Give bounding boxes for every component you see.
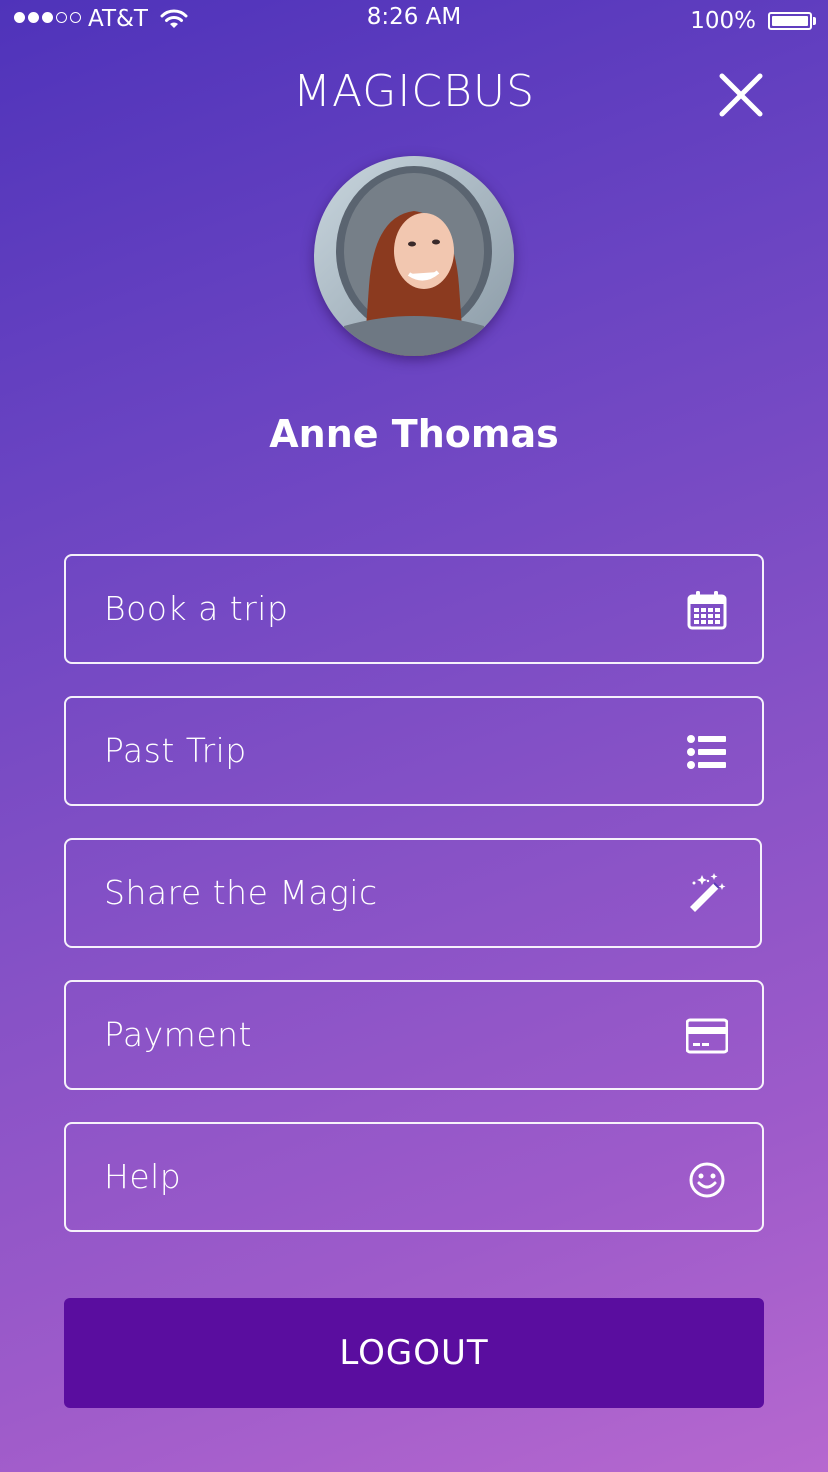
menu-item-label: Payment: [104, 1015, 252, 1054]
smiley-icon: [689, 1162, 725, 1198]
status-bar: AT&T 8:26 AM 100%: [0, 0, 828, 40]
list-icon: [687, 735, 726, 769]
battery-percentage: 100%: [690, 8, 756, 34]
app-title: MAGICBUS: [292, 66, 536, 117]
menu-item-past-trip[interactable]: Past Trip: [64, 696, 764, 806]
menu-item-share-the-magic[interactable]: Share the Magic: [64, 838, 762, 948]
logout-button[interactable]: LOGOUT: [64, 1298, 764, 1408]
menu-item-label: Share the Magic: [104, 873, 378, 912]
menu-item-label: Book a trip: [104, 589, 289, 628]
user-name: Anne Thomas: [269, 412, 559, 456]
credit-card-icon: [686, 1018, 728, 1054]
battery-icon: [768, 12, 812, 30]
menu-item-book-a-trip[interactable]: Book a trip: [64, 554, 764, 664]
menu-item-label: Past Trip: [104, 731, 247, 770]
menu-item-help[interactable]: Help: [64, 1122, 764, 1232]
avatar[interactable]: [314, 156, 514, 356]
close-icon[interactable]: [718, 72, 764, 118]
magic-wand-icon: [690, 873, 726, 912]
menu-item-label: Help: [104, 1157, 182, 1196]
calendar-icon: [687, 591, 727, 630]
menu-item-payment[interactable]: Payment: [64, 980, 764, 1090]
